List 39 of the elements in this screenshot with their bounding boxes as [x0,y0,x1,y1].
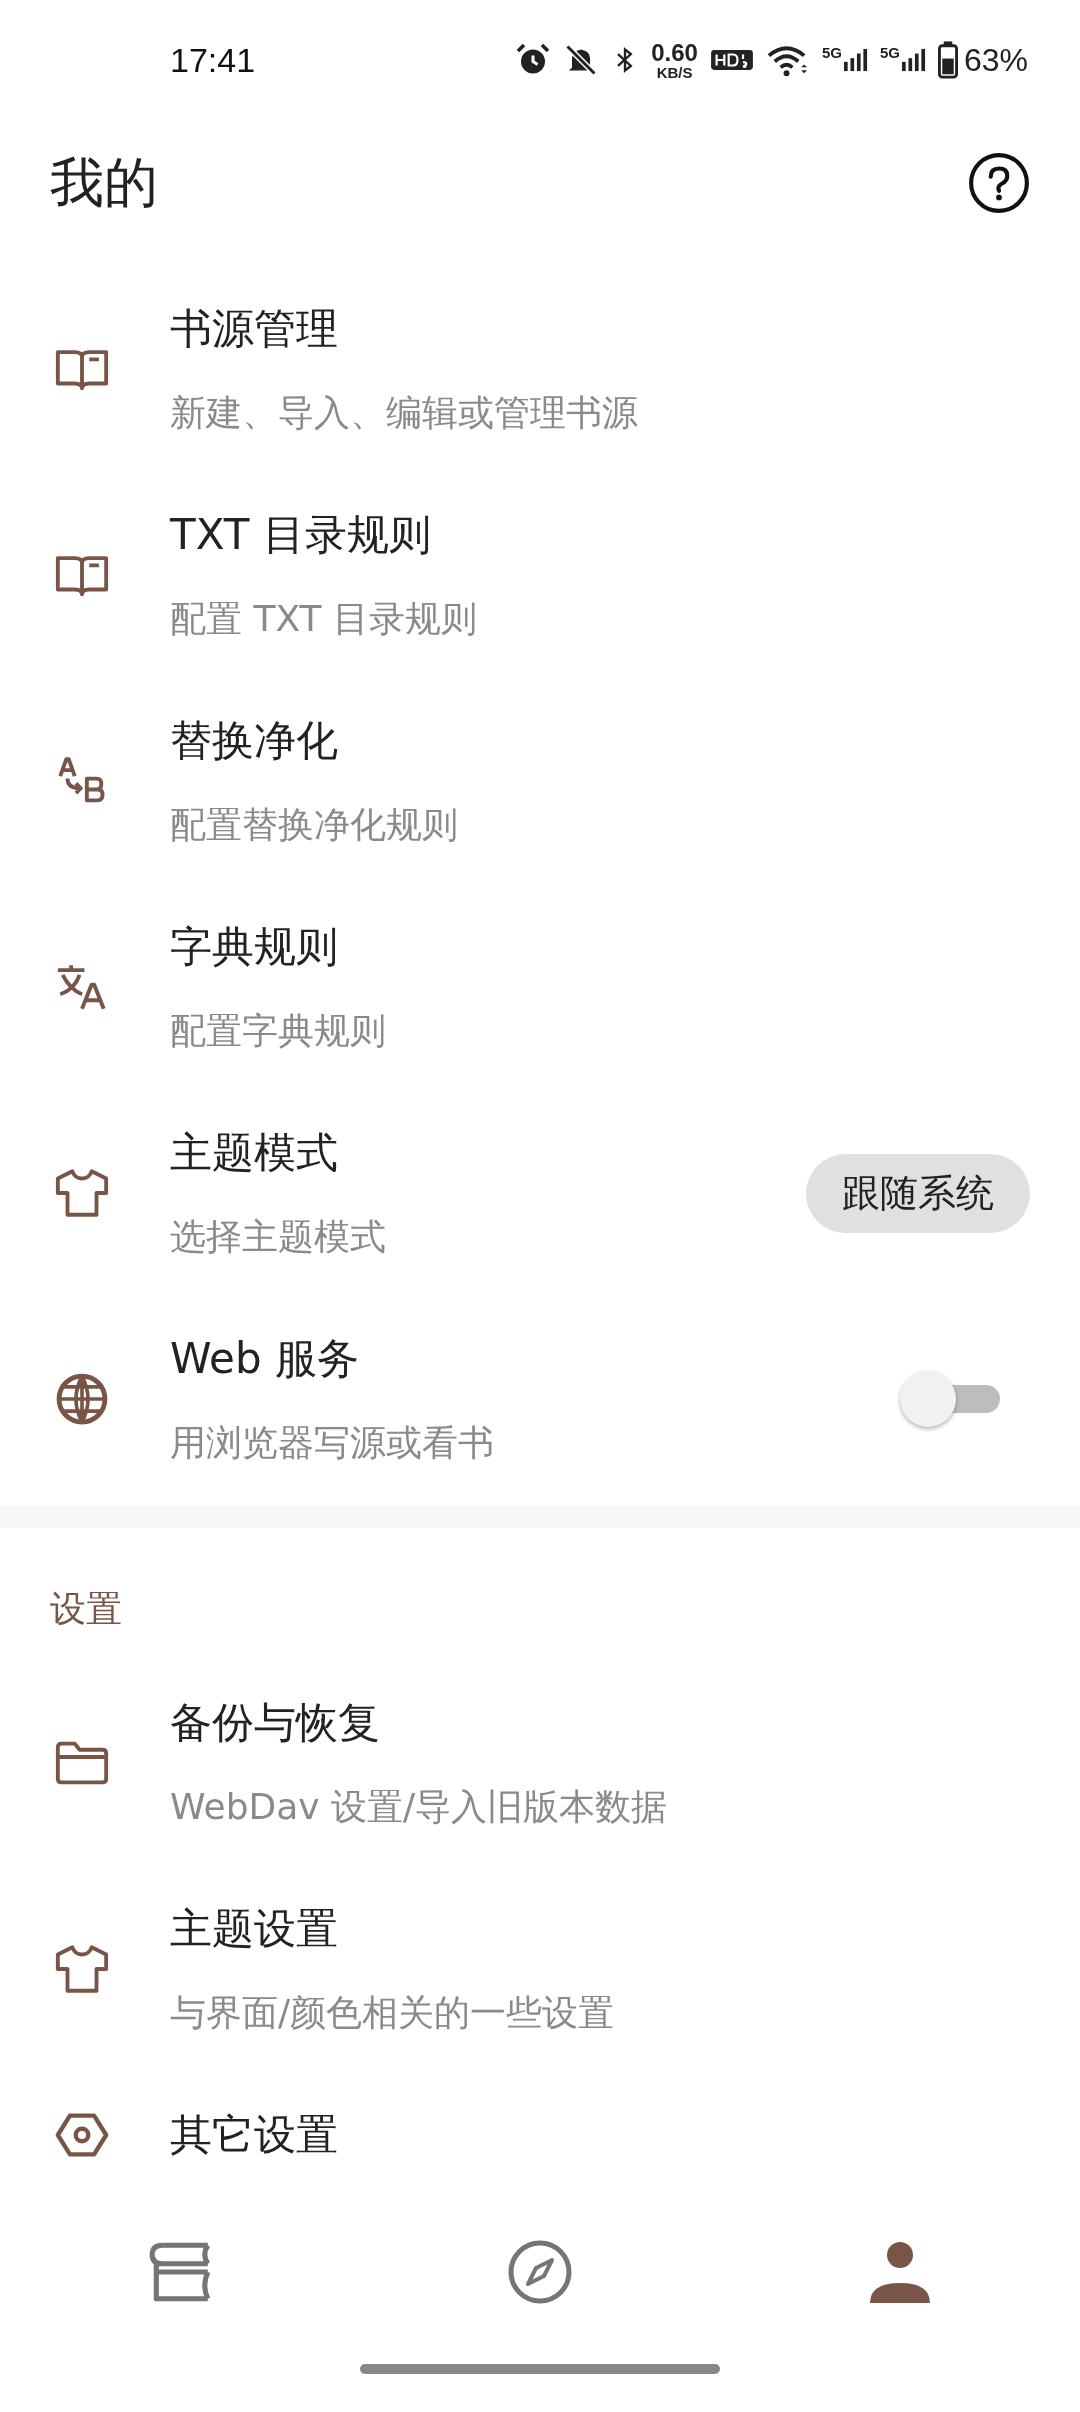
settings-row[interactable]: TXT 目录规则 配置 TXT 目录规则 [0,476,1080,682]
settings-row[interactable]: 其它设置 [0,2076,1080,2202]
item-title: 备份与恢复 [170,1697,380,1749]
item-subtitle: 配置字典规则 [170,1009,386,1053]
settings-row[interactable]: 主题设置 与界面/颜色相关的一些设置 [0,1870,1080,2076]
item-subtitle: 配置替换净化规则 [170,803,458,847]
battery-percent: 63% [963,41,1028,79]
item-subtitle: 选择主题模式 [170,1215,386,1259]
item-title: 其它设置 [170,2109,338,2161]
item-title: TXT 目录规则 [170,509,431,561]
settings-row[interactable]: 书源管理 新建、导入、编辑或管理书源 [0,270,1080,476]
settings-row[interactable]: 备份与恢复 WebDav 设置/导入旧版本数据 [0,1664,1080,1870]
speed-unit: KB/S [656,64,693,80]
status-time: 17:41 [170,40,256,80]
settings-row[interactable]: 替换净化 配置替换净化规则 [0,682,1080,888]
item-subtitle: 新建、导入、编辑或管理书源 [170,391,638,435]
network-type: 5G [879,45,900,60]
settings-row[interactable]: Web 服务 用浏览器写源或看书 [0,1300,1080,1506]
page-title: 我的 [50,149,158,216]
settings-row[interactable]: 字典规则 配置字典规则 [0,888,1080,1094]
battery-icon [937,41,958,79]
item-title: Web 服务 [170,1333,359,1385]
item-title: 字典规则 [170,921,338,973]
speed-value: 0.60 [651,40,698,65]
item-title: 书源管理 [170,303,338,355]
help-icon[interactable] [968,152,1030,214]
item-subtitle: 与界面/颜色相关的一些设置 [170,1991,615,2035]
toggle-switch[interactable] [900,1371,1000,1427]
theme-mode-chip[interactable]: 跟随系统 [806,1153,1030,1233]
settings-row[interactable]: 主题模式 选择主题模式 跟随系统 [0,1094,1080,1300]
item-subtitle: 配置 TXT 目录规则 [170,597,477,641]
item-title: 主题模式 [170,1127,338,1179]
section-header: 设置 [50,1588,122,1629]
item-title: 主题设置 [170,1903,338,1955]
compass-icon [506,2239,574,2305]
item-subtitle: 用浏览器写源或看书 [170,1421,494,1465]
network-type: 5G [821,45,842,60]
item-subtitle: WebDav 设置/导入旧版本数据 [170,1785,668,1829]
item-title: 替换净化 [170,715,338,767]
